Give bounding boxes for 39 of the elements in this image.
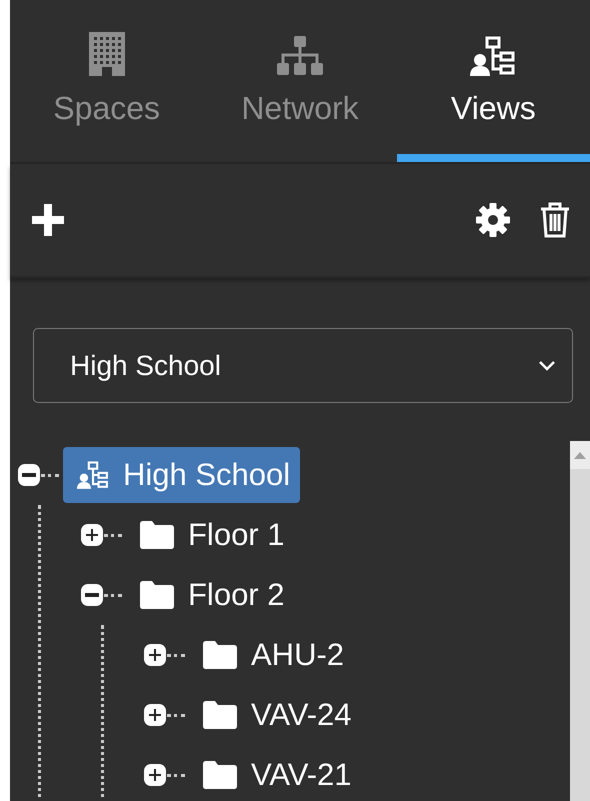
expand-toggle[interactable] bbox=[144, 764, 166, 786]
collapse-toggle[interactable] bbox=[81, 584, 103, 606]
tree-node[interactable]: High School bbox=[63, 447, 300, 503]
org-chart-icon bbox=[470, 36, 516, 76]
tab[interactable]: Network bbox=[203, 0, 397, 162]
view-dropdown[interactable]: High School bbox=[33, 328, 573, 403]
tab[interactable]: Spaces bbox=[10, 0, 204, 162]
tree-node[interactable]: AHU-2 bbox=[189, 627, 354, 683]
plus-icon bbox=[86, 529, 98, 541]
tree-node[interactable]: VAV-24 bbox=[189, 687, 362, 743]
trash-icon bbox=[540, 202, 570, 238]
expand-toggle[interactable] bbox=[144, 704, 166, 726]
network-icon bbox=[276, 36, 323, 76]
collapse-toggle[interactable] bbox=[18, 464, 40, 486]
tree-node[interactable]: VAV-21 bbox=[189, 747, 362, 801]
tree-node[interactable]: Floor 1 bbox=[126, 507, 294, 563]
delete-button[interactable] bbox=[540, 202, 570, 238]
scrollbar[interactable] bbox=[570, 441, 590, 801]
folder-icon bbox=[140, 581, 174, 609]
folder-icon bbox=[203, 701, 237, 729]
plus-icon bbox=[149, 769, 161, 781]
add-button[interactable] bbox=[32, 204, 64, 236]
folder-icon bbox=[203, 761, 237, 789]
folder-icon bbox=[203, 641, 237, 669]
folder-icon bbox=[140, 521, 174, 549]
expand-toggle[interactable] bbox=[144, 644, 166, 666]
tab[interactable]: Views bbox=[396, 0, 590, 162]
chevron-down-icon bbox=[538, 360, 556, 372]
minus-icon bbox=[22, 473, 36, 477]
org-chart-icon bbox=[77, 461, 109, 489]
minus-icon bbox=[85, 593, 99, 597]
tree-node[interactable]: Floor 2 bbox=[126, 567, 294, 623]
plus-icon bbox=[32, 204, 64, 236]
settings-button[interactable] bbox=[476, 203, 510, 237]
plus-icon bbox=[149, 649, 161, 661]
expand-toggle[interactable] bbox=[81, 524, 103, 546]
plus-icon bbox=[149, 709, 161, 721]
settings-icon bbox=[476, 203, 510, 237]
building-icon bbox=[88, 32, 126, 76]
